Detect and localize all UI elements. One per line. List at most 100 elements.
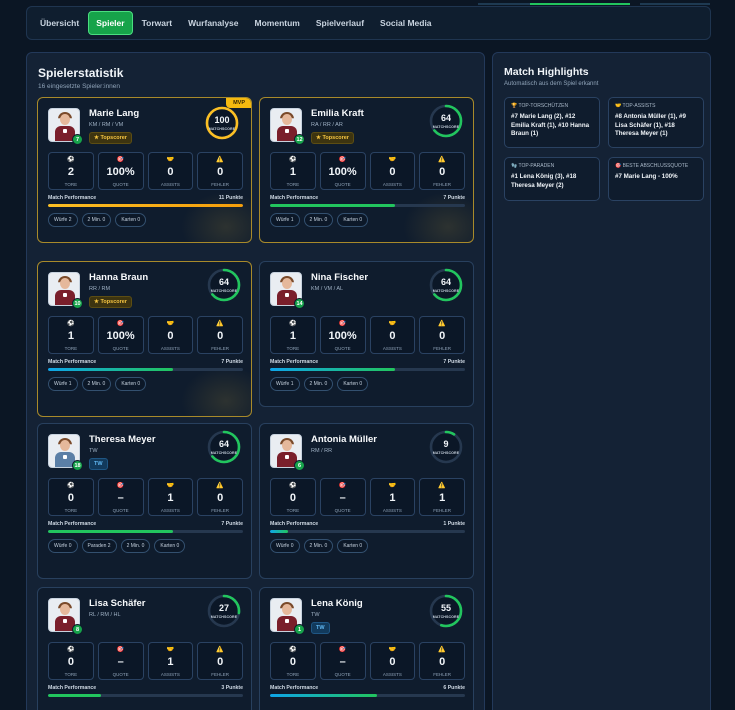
handshake-icon: 🤝 [166, 647, 175, 653]
ball-icon: ⚽ [67, 483, 75, 489]
stat-chips: Würfe 12 Min. 0 Karten 0 [270, 377, 369, 391]
avatar-head [60, 440, 70, 451]
performance-label: Match Performance 7 Punkte [48, 359, 243, 365]
stat-value: 0 [289, 492, 296, 504]
highlight-value: #8 Antonia Müller (1), #9 Lisa Schäfer (… [615, 113, 686, 137]
tab-spieler[interactable]: Spieler [88, 11, 133, 35]
target-icon: 🎯 [116, 647, 125, 653]
stat-errors: ⚠️ 0 FEHLER [419, 316, 465, 354]
ball-icon: ⚽ [289, 483, 297, 489]
highlight-value: #7 Marie Lang - 100% [615, 173, 678, 180]
stat-goals: ⚽ 0 TORE [270, 478, 316, 516]
stat-value: 0 [167, 166, 174, 178]
jersey-number-badge: 8 [72, 624, 83, 635]
stat-label: TORE [64, 508, 78, 513]
stat-value: 0 [67, 492, 74, 504]
ball-icon: ⚽ [289, 321, 297, 327]
warning-icon: ⚠️ [216, 321, 224, 327]
stat-boxes: ⚽ 0 TORE 🎯 – QUOTE 🤝 1 ASSISTS ⚠️ 0 FEHLER [48, 478, 243, 516]
panel-title: Spielerstatistik [38, 66, 124, 80]
stat-chip: 2 Min. 0 [303, 377, 334, 391]
performance-bar [48, 694, 243, 697]
matchscore-ring: 55 MATCHSCORE [429, 594, 463, 628]
performance-bar [270, 694, 465, 697]
highlight-title: 🧤 TOP-PARADEN [511, 163, 593, 169]
stat-label: QUOTE [112, 508, 129, 513]
player-card[interactable]: 14 Nina Fischer KM / VM / AL 64 MATCHSCORE ⚽ 1… [259, 261, 474, 407]
player-card[interactable]: 10 Hanna Braun RR / RM ★ Topscorer 64 MATCHSC… [37, 261, 252, 417]
stat-errors: ⚠️ 0 FEHLER [419, 152, 465, 190]
stat-label: TORE [64, 346, 78, 351]
highlight-title-text: TOP-ASSISTS [622, 103, 656, 109]
card-glow [181, 366, 251, 416]
tab-torwart[interactable]: Torwart [135, 12, 180, 34]
player-positions: RL / RM / HL [89, 612, 121, 618]
stat-value: 1 [289, 166, 296, 178]
stat-chip: Karten 0 [115, 377, 147, 391]
stat-chip: Würfe 2 [48, 213, 78, 227]
performance-label: Match Performance 7 Punkte [48, 521, 243, 527]
tab-übersicht[interactable]: Übersicht [33, 12, 86, 34]
player-card[interactable]: 12 Emilia Kraft RA / RR / AR ★ Topscorer 64 M… [259, 97, 474, 243]
performance-fill [270, 530, 288, 533]
stat-chip: Karten 0 [337, 377, 369, 391]
jersey-number-badge: 14 [294, 298, 305, 309]
stat-chips: Würfe 22 Min. 0 Karten 0 [48, 213, 147, 227]
stat-boxes: ⚽ 1 TORE 🎯 100% QUOTE 🤝 0 ASSISTS ⚠️ 0 FEHLER [270, 152, 465, 190]
player-card[interactable]: 1 Lena König TW TW 55 MATCHSCORE ⚽ 0 TORE 🎯 – QUOTE… [259, 587, 474, 710]
player-card[interactable]: 6 Antonia Müller RM / RR 9 MATCHSCORE ⚽ 0 TORE 🎯… [259, 423, 474, 579]
player-positions: RA / RR / AR [311, 122, 343, 128]
target-icon: 🎯 [338, 321, 347, 327]
player-positions: TW [311, 612, 320, 618]
stat-value: 100% [328, 166, 357, 178]
stat-label: QUOTE [112, 182, 129, 187]
avatar-head [282, 440, 292, 451]
player-card[interactable]: 18 Theresa Meyer TW TW 64 MATCHSCORE ⚽ 0 TORE 🎯 – Q… [37, 423, 252, 579]
stat-chip: Paraden 2 [81, 539, 117, 553]
stat-chips: Würfe 0 Paraden 22 Min. 0 Karten 0 [48, 539, 186, 553]
stat-chip: Karten 0 [337, 539, 369, 553]
stat-boxes: ⚽ 1 TORE 🎯 100% QUOTE 🤝 0 ASSISTS ⚠️ 0 FEHLER [48, 316, 243, 354]
performance-label: Match Performance 3 Punkte [48, 685, 243, 691]
stat-goals: ⚽ 1 TORE [48, 316, 94, 354]
stat-quote: 🎯 100% QUOTE [97, 316, 144, 354]
jersey-number-badge: 7 [72, 134, 83, 145]
stat-quote: 🎯 100% QUOTE [97, 152, 144, 190]
stat-label: TORE [286, 346, 300, 351]
stat-label: ASSISTS [382, 672, 402, 677]
highlights-subtitle: Automatisch aus dem Spiel erkannt [504, 81, 599, 87]
stat-errors: ⚠️ 0 FEHLER [197, 478, 243, 516]
stat-errors: ⚠️ 1 FEHLER [419, 478, 465, 516]
performance-points: 1 Punkte [443, 521, 465, 527]
player-card[interactable]: 7 Marie Lang KM / RM / VM ★ Topscorer MVP 100… [37, 97, 252, 243]
ball-icon: ⚽ [289, 157, 297, 163]
highlight-value: #7 Marie Lang (2), #12 Emilia Kraft (1),… [511, 113, 590, 137]
stat-chip: Würfe 1 [48, 377, 78, 391]
stat-value: 0 [439, 330, 446, 342]
stat-assists: 🤝 0 ASSISTS [147, 152, 194, 190]
player-card[interactable]: 8 Lisa Schäfer RL / RM / HL 27 MATCHSCORE ⚽ 0 T… [37, 587, 252, 710]
trophy-icon: 🏆 [511, 103, 519, 109]
stat-quote: 🎯 – QUOTE [97, 642, 144, 680]
stat-assists: 🤝 1 ASSISTS [369, 478, 416, 516]
glove-icon: 🧤 [511, 163, 519, 169]
stat-value: 1 [439, 492, 446, 504]
tab-wurfanalyse[interactable]: Wurfanalyse [181, 12, 245, 34]
matchscore-ring: 9 MATCHSCORE [429, 430, 463, 464]
stat-chip: 2 Min. 0 [81, 377, 112, 391]
player-name: Marie Lang [89, 108, 140, 119]
stat-chip: Karten 0 [115, 213, 147, 227]
avatar-head [282, 604, 292, 615]
player-name: Nina Fischer [311, 272, 369, 283]
tab-momentum[interactable]: Momentum [248, 12, 307, 34]
matchscore-value: 64 [440, 113, 451, 123]
tab-spielverlauf[interactable]: Spielverlauf [309, 12, 371, 34]
tab-social-media[interactable]: Social Media [373, 12, 439, 34]
performance-points: 6 Punkte [443, 685, 465, 691]
stat-chip: Karten 0 [154, 539, 186, 553]
stat-value: 0 [389, 656, 396, 668]
top-strip [0, 0, 735, 5]
highlight-title: 🤝 TOP-ASSISTS [615, 103, 697, 109]
matchscore-ring: 64 MATCHSCORE [207, 430, 241, 464]
stat-value: 0 [217, 656, 224, 668]
